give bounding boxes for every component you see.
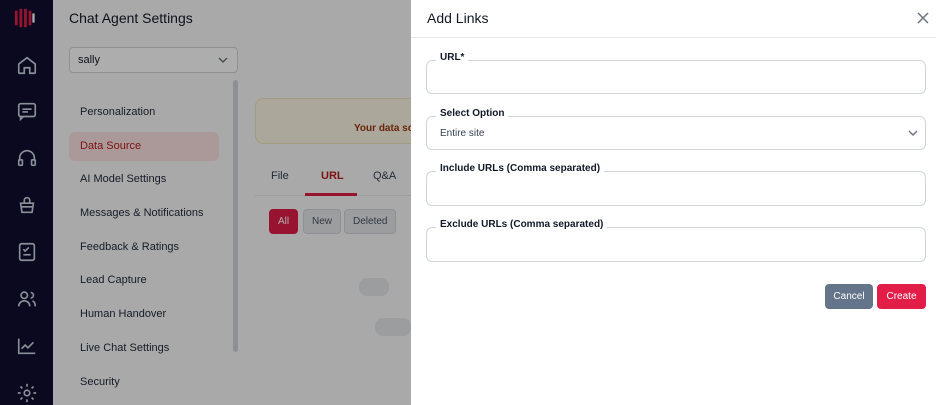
- select-option-dropdown[interactable]: Select Option Entire site: [426, 108, 926, 150]
- chevron-down-icon: [908, 130, 918, 136]
- url-field[interactable]: URL*: [426, 52, 926, 94]
- close-icon[interactable]: [915, 10, 931, 26]
- panel-title: Add Links: [427, 10, 489, 26]
- include-urls-field[interactable]: Include URLs (Comma separated): [426, 163, 926, 206]
- cancel-button[interactable]: Cancel: [825, 284, 873, 309]
- exclude-urls-label: Exclude URLs (Comma separated): [436, 219, 608, 230]
- select-option-label: Select Option: [436, 108, 509, 119]
- create-button[interactable]: Create: [877, 284, 926, 309]
- url-label: URL*: [436, 52, 469, 63]
- include-urls-label: Include URLs (Comma separated): [436, 163, 605, 174]
- exclude-urls-field[interactable]: Exclude URLs (Comma separated): [426, 219, 926, 262]
- panel-header: Add Links: [411, 0, 936, 38]
- select-option-value: Entire site: [440, 128, 485, 139]
- add-links-panel: Add Links URL* Select Option Entire site…: [411, 0, 936, 405]
- modal-backdrop[interactable]: [0, 0, 411, 405]
